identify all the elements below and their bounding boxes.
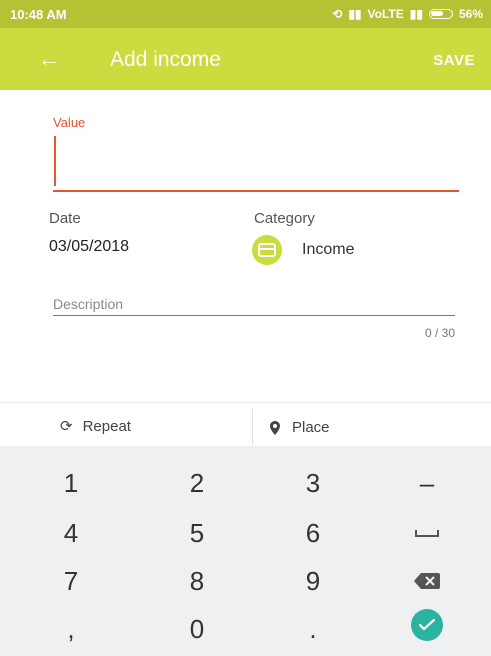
sync-off-icon: ⟲	[332, 7, 343, 21]
place-label: Place	[292, 419, 330, 436]
date-field[interactable]: 03/05/2018	[49, 238, 129, 256]
description-underline	[53, 315, 455, 316]
description-input[interactable]: Description	[53, 296, 123, 312]
battery-icon	[428, 9, 453, 19]
category-card-icon[interactable]	[252, 235, 282, 265]
app-bar: ← Add income SAVE	[0, 28, 491, 90]
key-8[interactable]: 8	[136, 556, 258, 606]
space-icon	[415, 530, 439, 537]
key-5[interactable]: 5	[136, 508, 258, 558]
key-space[interactable]	[366, 508, 488, 558]
status-time: 10:48 AM	[10, 7, 67, 22]
key-4[interactable]: 4	[10, 508, 132, 558]
status-bar: 10:48 AM ⟲ ▮▮ VoLTE ▮▮ 56%	[0, 0, 491, 28]
value-label: Value	[53, 115, 86, 130]
value-input[interactable]	[53, 132, 459, 192]
page-title: Add income	[110, 48, 221, 71]
key-2[interactable]: 2	[136, 458, 258, 508]
key-dot[interactable]: .	[252, 604, 374, 654]
numeric-keypad: 1 2 3 – 4 5 6 7 8 9 , 0 .	[0, 446, 491, 656]
signal-icon-2: ▮▮	[409, 7, 423, 21]
key-backspace[interactable]	[366, 556, 488, 606]
back-arrow-icon[interactable]: ←	[38, 46, 60, 72]
network-label: VoLTE	[367, 7, 404, 21]
key-done[interactable]	[366, 600, 488, 650]
checkmark-icon	[411, 609, 443, 641]
key-1[interactable]: 1	[10, 458, 132, 508]
category-label: Category	[254, 210, 315, 227]
key-6[interactable]: 6	[252, 508, 374, 558]
backspace-icon	[414, 573, 440, 589]
text-caret	[54, 136, 56, 186]
key-9[interactable]: 9	[252, 556, 374, 606]
key-3[interactable]: 3	[252, 458, 374, 508]
divider	[252, 409, 253, 445]
save-button[interactable]: SAVE	[433, 52, 475, 69]
repeat-label: Repeat	[82, 417, 131, 435]
char-counter: 0 / 30	[424, 326, 455, 340]
status-icons: ⟲ ▮▮ VoLTE ▮▮ 56%	[332, 7, 483, 21]
location-pin-icon	[270, 420, 280, 435]
key-minus[interactable]: –	[366, 458, 488, 508]
battery-percent: 56%	[458, 7, 483, 21]
place-button[interactable]: Place	[270, 419, 330, 436]
date-label: Date	[49, 210, 81, 227]
bottom-options-bar: ⟳ Repeat Place	[0, 402, 491, 447]
signal-icon: ▮▮	[348, 7, 362, 21]
category-field[interactable]: Income	[302, 241, 354, 259]
key-7[interactable]: 7	[10, 556, 132, 606]
key-0[interactable]: 0	[136, 604, 258, 654]
repeat-icon: ⟳	[60, 418, 73, 435]
key-comma[interactable]: ,	[10, 604, 132, 654]
repeat-button[interactable]: ⟳ Repeat	[60, 417, 131, 436]
